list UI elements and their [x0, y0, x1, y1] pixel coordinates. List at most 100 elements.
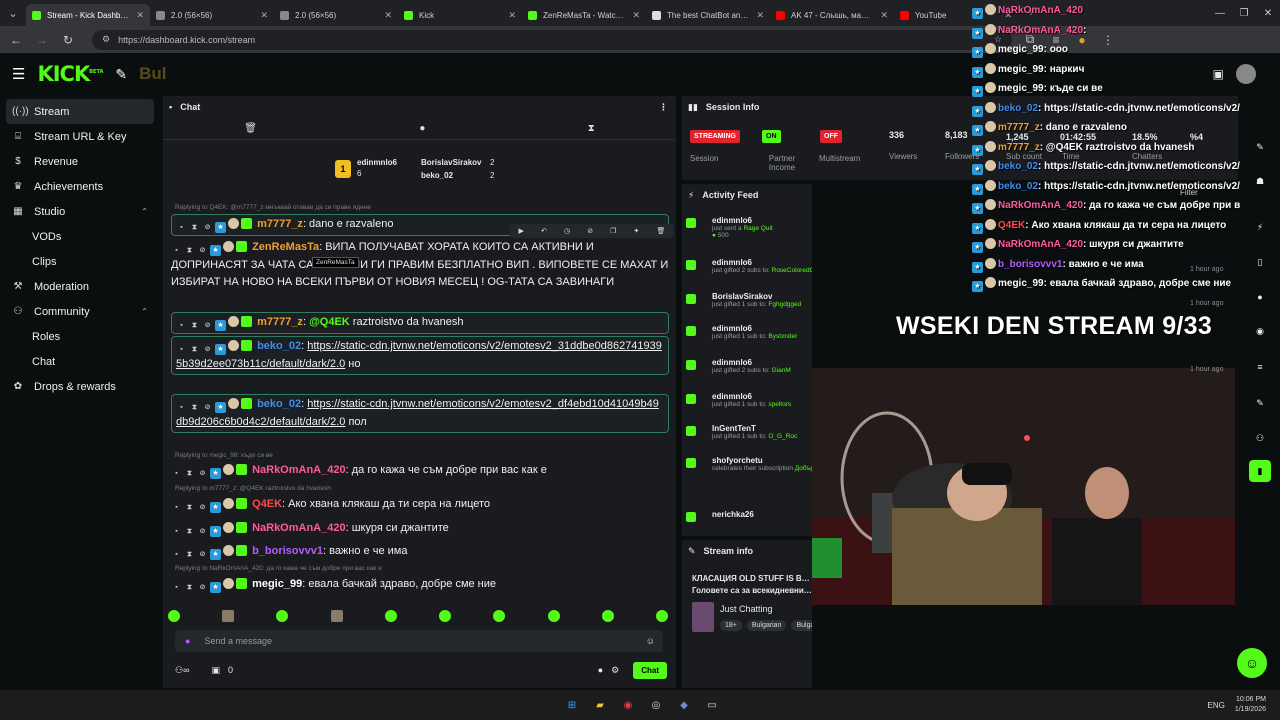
trash-icon[interactable]: ▪ — [176, 320, 187, 331]
play-icon[interactable]: ▶ — [519, 227, 524, 235]
timeout-icon[interactable]: ⧗ — [184, 526, 195, 537]
chat-menu-icon[interactable]: ⋮ — [659, 102, 668, 113]
chat-message[interactable]: ▪ ⧗ ⊘ ★ NaRkOmAnA_420: да го кажа че съм до… — [171, 462, 669, 480]
emote-icon[interactable] — [547, 610, 560, 622]
emote-icon[interactable] — [439, 610, 452, 622]
ban-icon[interactable]: ⊘ — [197, 582, 208, 593]
ban-icon[interactable]: ⊘ — [197, 245, 208, 256]
category-name[interactable]: Just Chatting — [720, 604, 773, 614]
activity-user[interactable]: edinmnlo6 — [712, 324, 812, 333]
chat-username[interactable]: NaRkOmAnA_420 — [252, 522, 346, 534]
browser-tab[interactable]: 2.0 (56×56) ✕ — [150, 4, 274, 26]
emote-icon[interactable] — [384, 610, 397, 622]
reply-context[interactable]: Replying to m7777_z: @Q4EK raztroistvo d… — [175, 485, 331, 492]
chat-username[interactable]: b_borisovvv1 — [252, 545, 323, 557]
timeout-icon[interactable]: ⧗ — [184, 582, 195, 593]
gifter-first[interactable]: edinmnlo6 — [357, 158, 397, 167]
activity-item[interactable]: edinmnlo6 just gifted 2 subs to: RoseColo… — [686, 258, 812, 274]
activity-user[interactable]: nerichka26 — [712, 510, 812, 519]
stream-tag[interactable]: Bulgaria — [791, 620, 812, 631]
emote-icon[interactable] — [222, 610, 235, 622]
trash-icon[interactable]: ▪ — [176, 222, 187, 233]
ban-icon[interactable]: ⊘ — [197, 526, 208, 537]
tab-close-icon[interactable]: ✕ — [260, 10, 268, 21]
minimize-icon[interactable]: — — [1208, 8, 1232, 19]
sidebar-item[interactable]: VODs — [0, 224, 160, 249]
chat-username[interactable]: Q4EK — [252, 498, 282, 510]
ban-icon[interactable]: ⊘ — [202, 344, 213, 355]
activity-user[interactable]: edinmnlo6 — [712, 392, 812, 401]
reply-context[interactable]: Replying to Q4EK: @m7777_z мнъквай отива… — [175, 204, 371, 211]
delete-icon[interactable]: 🗑 — [657, 227, 666, 235]
broadcast-icon[interactable]: ◉ — [1249, 320, 1271, 342]
activity-user[interactable]: edinmnlo6 — [712, 258, 812, 267]
menu-icon[interactable]: ⋮ — [1100, 33, 1116, 47]
trash-icon[interactable]: ▪ — [171, 549, 182, 560]
ban-icon[interactable]: ⊘ — [197, 502, 208, 513]
timeout-icon[interactable]: ⧗ — [184, 245, 195, 256]
message-icon[interactable]: ● — [419, 123, 425, 134]
timeout-icon[interactable]: ⧗ — [189, 402, 200, 413]
timeout-icon[interactable]: ⧗ — [184, 549, 195, 560]
ban-icon[interactable]: ⊘ — [202, 402, 213, 413]
chat-bubble-settings-icon[interactable]: ● — [598, 665, 603, 675]
share-icon[interactable]: ⚇ — [1249, 427, 1271, 449]
emote-icon[interactable] — [601, 610, 614, 622]
sidebar-item[interactable]: Clips — [0, 249, 160, 274]
chevron-up-icon[interactable]: ⌃ — [141, 207, 148, 216]
activity-item[interactable]: edinmnlo6 just gifted 1 sub to: speltors — [686, 392, 812, 408]
tab-close-icon[interactable]: ✕ — [756, 10, 764, 21]
gifter-third[interactable]: beko_02 — [421, 171, 453, 180]
ban-icon[interactable]: ⊘ — [197, 549, 208, 560]
chat-message[interactable]: ▪ ⧗ ⊘ ★ beko_02: https://static-cdn.jtvnw.n… — [171, 336, 669, 375]
activity-item[interactable]: nerichka26 — [686, 510, 812, 522]
url-field[interactable]: ⚙ https://dashboard.kick.com/stream ☆ — [92, 29, 1012, 50]
activity-item[interactable]: edinmnlo6 just gifted 2 subs to: GianM — [686, 358, 812, 374]
chat-username[interactable]: m7777_z — [257, 316, 303, 328]
tab-close-icon[interactable]: ✕ — [880, 10, 888, 21]
chat-username[interactable]: m7777_z — [257, 218, 303, 230]
chat-message[interactable]: ▪ ⧗ ⊘ ★ ZenReMasTa: ВИПА ПОЛУЧАВАТ ХОРАТА К… — [171, 239, 669, 292]
emote-icon[interactable] — [330, 610, 343, 622]
emote-icon[interactable] — [168, 610, 180, 622]
points-icon[interactable]: ⚇∞ — [175, 665, 189, 676]
activity-item[interactable]: BorislavSirakov just gifted 1 sub to: Fgh… — [686, 292, 812, 308]
sidebar-item[interactable]: ♛ Achievements — [0, 174, 160, 199]
mention[interactable]: @Q4EK — [309, 316, 350, 328]
tab-close-icon[interactable]: ✕ — [632, 10, 640, 21]
chat-message[interactable]: ▪ ⧗ ⊘ ★ b_borisovvv1: важно е че има — [171, 543, 669, 561]
emoji-icon[interactable]: ☺ — [646, 636, 655, 646]
hourglass-icon[interactable]: ⧗ — [588, 123, 595, 134]
tab-close-icon[interactable]: ✕ — [384, 10, 392, 21]
sidebar-item[interactable]: ((·)) Stream — [6, 99, 154, 124]
trash-icon[interactable]: ▪ — [171, 245, 182, 256]
emote-icon[interactable] — [493, 610, 506, 622]
emote-icon[interactable] — [655, 610, 668, 622]
trash-icon[interactable]: ▪ — [171, 468, 182, 479]
activity-item[interactable]: edinmnlo6 just gifted 1 sub to: Bystxnder — [686, 324, 812, 340]
terminal-icon[interactable]: ▭ — [701, 694, 723, 716]
wrench-rail-icon[interactable]: ✎ — [1249, 392, 1271, 414]
tab-search-icon[interactable]: ⌄ — [0, 0, 26, 26]
chevron-up-icon[interactable]: ⌃ — [141, 307, 148, 316]
gifter-second[interactable]: BorislavSirakov — [421, 158, 481, 167]
timeout-icon[interactable]: ⧗ — [184, 468, 195, 479]
activity-user[interactable]: edinmnlo6 — [712, 358, 812, 367]
kick-logo[interactable]: KICKBETA — [37, 62, 103, 86]
activity-user[interactable]: BorislavSirakov — [712, 292, 812, 301]
sidebar-item[interactable]: $ Revenue — [0, 149, 160, 174]
chat-username[interactable]: ZenReMasTa — [252, 241, 319, 253]
language-indicator[interactable]: ENG — [1208, 701, 1225, 710]
browser-tab[interactable]: Stream - Kick Dashboard ✕ — [26, 4, 150, 26]
reload-icon[interactable]: ↻ — [60, 33, 76, 47]
pin-icon[interactable]: ✎ — [115, 66, 127, 83]
hamburger-icon[interactable]: ☰ — [12, 65, 25, 83]
mic-icon[interactable]: ● — [185, 636, 190, 646]
chat-username[interactable]: NaRkOmAnA_420 — [252, 464, 346, 476]
edit-icon[interactable]: ✎ — [1249, 136, 1271, 158]
help-icon[interactable]: ☺ — [1237, 648, 1267, 678]
pin-message-icon[interactable]: ✦ — [634, 227, 640, 235]
trash-icon[interactable]: ▪ — [176, 402, 187, 413]
timeout-icon[interactable]: ⧗ — [189, 320, 200, 331]
site-info-icon[interactable]: ⚙ — [102, 34, 110, 45]
